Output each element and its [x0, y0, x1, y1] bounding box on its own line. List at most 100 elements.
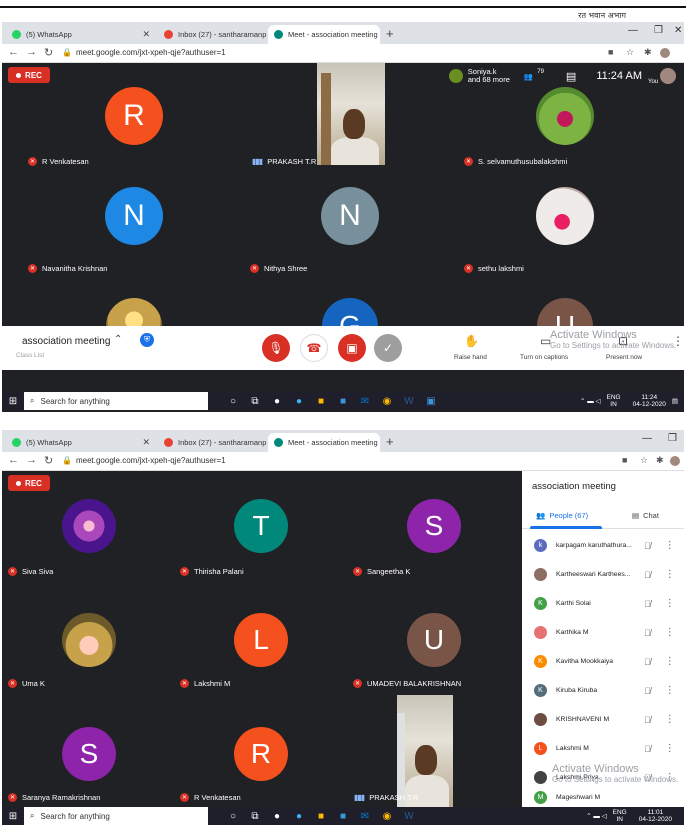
- more-options-icon[interactable]: ⋮: [665, 569, 675, 580]
- captions-label[interactable]: Turn on captions: [520, 354, 568, 361]
- teams-icon[interactable]: ●: [266, 811, 288, 822]
- files-icon[interactable]: ■: [310, 396, 332, 407]
- camera-icon[interactable]: ■: [608, 47, 613, 57]
- leave-call-button[interactable]: ☎: [300, 334, 328, 362]
- windows-start-icon[interactable]: ⊞: [2, 392, 24, 410]
- forward-icon[interactable]: →: [26, 46, 37, 58]
- store-icon[interactable]: ■: [332, 811, 354, 822]
- taskbar-search[interactable]: ⌕ Search for anything: [24, 392, 208, 410]
- star-icon[interactable]: ☆: [626, 47, 634, 58]
- new-tab-icon[interactable]: +: [386, 26, 394, 41]
- windows-start-icon[interactable]: ⊞: [2, 807, 24, 825]
- task-view-icon[interactable]: ⧉: [244, 811, 266, 822]
- chrome-icon[interactable]: ◉: [376, 396, 398, 407]
- raise-hand-icon[interactable]: ✋: [464, 334, 479, 348]
- minimize-icon[interactable]: —: [642, 433, 652, 444]
- star-icon[interactable]: ☆: [640, 455, 648, 466]
- more-options-icon[interactable]: ⋮: [665, 656, 675, 667]
- mic-off-icon[interactable]: 🎙̸: [644, 570, 651, 580]
- close-icon[interactable]: ✕: [136, 29, 150, 40]
- notification-icon[interactable]: ▤: [672, 397, 678, 405]
- list-item[interactable]: K Karthi Solai 🎙̸ ⋮: [522, 589, 684, 618]
- more-options-icon[interactable]: ⋮: [665, 598, 675, 609]
- taskbar-clock[interactable]: 11:24 04-12-2020: [633, 394, 666, 408]
- tab-whatsapp[interactable]: (5) WhatsApp ✕: [6, 433, 156, 452]
- mic-off-icon[interactable]: 🎙̸: [644, 541, 651, 551]
- close-icon[interactable]: ✕: [136, 437, 150, 448]
- url-field[interactable]: 🔒 meet.google.com/jxt-xpeh-qje?authuser=1: [62, 456, 226, 465]
- camera-icon[interactable]: ■: [622, 455, 627, 465]
- mic-off-icon[interactable]: 🎙̸: [644, 744, 651, 754]
- more-options-icon[interactable]: ⋮: [665, 714, 675, 725]
- more-options-icon[interactable]: ⋮: [665, 540, 675, 551]
- mic-toggle-button[interactable]: 🎙: [262, 334, 290, 362]
- cortana-icon[interactable]: ○: [222, 396, 244, 407]
- word-icon[interactable]: W: [398, 396, 420, 407]
- reload-icon[interactable]: ↻: [44, 46, 53, 59]
- list-item[interactable]: K Kavitha Mookkaiya 🎙̸ ⋮: [522, 647, 684, 676]
- forward-icon[interactable]: →: [26, 454, 37, 466]
- list-item[interactable]: L Lakshmi M 🎙̸ ⋮: [522, 734, 684, 763]
- tray-icons[interactable]: ⌃ ▬ ◁: [586, 812, 607, 820]
- word-icon[interactable]: W: [398, 811, 420, 822]
- meeting-title[interactable]: association meeting: [22, 336, 110, 347]
- mail-icon[interactable]: ✉: [354, 396, 376, 407]
- edge-icon[interactable]: ●: [288, 811, 310, 822]
- files-icon[interactable]: ■: [310, 811, 332, 822]
- check-icon[interactable]: ✓: [374, 334, 402, 362]
- self-view[interactable]: You: [648, 68, 676, 85]
- tab-whatsapp[interactable]: (5) WhatsApp ✕: [6, 25, 156, 44]
- task-view-icon[interactable]: ⧉: [244, 396, 266, 407]
- more-options-icon[interactable]: ⋮: [665, 685, 675, 696]
- chat-icon[interactable]: ▤: [566, 70, 576, 83]
- teams-icon[interactable]: ●: [266, 396, 288, 407]
- tab-people[interactable]: 👥 People (67): [536, 511, 588, 520]
- tab-gmail[interactable]: Inbox (27) - santharamanpaulraj ✕: [158, 25, 266, 44]
- list-item[interactable]: Kartheeswari Karthees... 🎙̸ ⋮: [522, 560, 684, 589]
- maximize-icon[interactable]: ❐: [654, 25, 663, 36]
- tab-gmail[interactable]: Inbox (27) - santharamanpaulraj ✕: [158, 433, 266, 452]
- profile-avatar[interactable]: [670, 456, 680, 466]
- tab-chat[interactable]: ▤ Chat: [632, 511, 659, 520]
- mic-off-icon[interactable]: 🎙̸: [644, 599, 651, 609]
- raise-hand-label[interactable]: Raise hand: [454, 354, 487, 361]
- tab-meet[interactable]: Meet - association meeting ● ✕: [268, 25, 380, 44]
- new-tab-icon[interactable]: +: [386, 434, 394, 449]
- mic-off-icon[interactable]: 🎙̸: [644, 628, 651, 638]
- taskbar-search[interactable]: ⌕ Search for anything: [24, 807, 208, 825]
- url-field[interactable]: 🔒 meet.google.com/jxt-xpeh-qje?authuser=1: [62, 48, 226, 57]
- reload-icon[interactable]: ↻: [44, 454, 53, 467]
- tray-icons[interactable]: ⌃ ▬ ◁: [580, 397, 601, 405]
- more-options-icon[interactable]: ⋮: [665, 743, 675, 754]
- maximize-icon[interactable]: ❐: [668, 433, 677, 444]
- list-item[interactable]: K Kiruba Kiruba 🎙̸ ⋮: [522, 676, 684, 705]
- mic-off-icon[interactable]: 🎙̸: [644, 686, 651, 696]
- presenter-chip[interactable]: Soniya.k and 68 more: [442, 66, 516, 86]
- shield-icon[interactable]: ⛨: [140, 333, 154, 347]
- chrome-icon[interactable]: ◉: [376, 811, 398, 822]
- people-icon[interactable]: 👥: [524, 72, 533, 81]
- list-item[interactable]: Karthika M 🎙̸ ⋮: [522, 618, 684, 647]
- mic-off-icon[interactable]: 🎙̸: [644, 657, 651, 667]
- list-item[interactable]: M Mageshwari M: [522, 787, 684, 807]
- present-label[interactable]: Present now: [606, 354, 642, 361]
- profile-avatar[interactable]: [660, 48, 670, 58]
- photos-icon[interactable]: ▣: [420, 396, 442, 407]
- edge-icon[interactable]: ●: [288, 396, 310, 407]
- more-options-icon[interactable]: ⋮: [665, 627, 675, 638]
- window-close-icon[interactable]: ✕: [674, 25, 682, 36]
- camera-toggle-button[interactable]: ▣: [338, 334, 366, 362]
- minimize-icon[interactable]: —: [628, 25, 638, 36]
- extensions-icon[interactable]: ✱: [644, 47, 652, 58]
- back-icon[interactable]: ←: [8, 454, 19, 466]
- list-item[interactable]: k karpagam karuthathura... 🎙̸ ⋮: [522, 531, 684, 560]
- chevron-up-icon[interactable]: ⌃: [114, 334, 122, 345]
- list-item[interactable]: KRISHNAVENI M 🎙̸ ⋮: [522, 705, 684, 734]
- back-icon[interactable]: ←: [8, 46, 19, 58]
- tab-meet[interactable]: Meet - association meeting ● ✕: [268, 433, 380, 452]
- cortana-icon[interactable]: ○: [222, 811, 244, 822]
- mic-off-icon[interactable]: 🎙̸: [644, 715, 651, 725]
- store-icon[interactable]: ■: [332, 396, 354, 407]
- mail-icon[interactable]: ✉: [354, 811, 376, 822]
- extensions-icon[interactable]: ✱: [656, 455, 664, 466]
